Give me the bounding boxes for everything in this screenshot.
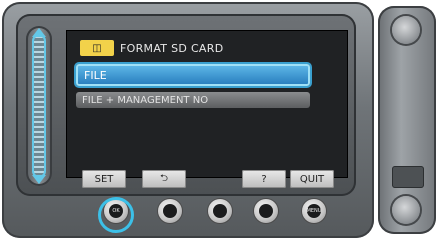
softkey-button-3[interactable]	[208, 199, 232, 223]
ok-highlight-ring	[98, 197, 134, 233]
softkey-button-2[interactable]	[158, 199, 182, 223]
softkey-button-4[interactable]	[254, 199, 278, 223]
slider-track[interactable]	[32, 28, 46, 184]
bottom-knob-icon	[392, 196, 420, 224]
menu-button[interactable]: MENU	[302, 199, 326, 223]
help-softkey[interactable]: ?	[242, 170, 286, 188]
menu-title: FORMAT SD CARD	[120, 41, 224, 55]
menu-item-file-management-no[interactable]: FILE + MANAGEMENT NO	[76, 92, 310, 108]
scroll-down-arrow-icon[interactable]	[32, 175, 46, 184]
quit-softkey[interactable]: QUIT	[290, 170, 334, 188]
menu-item-file[interactable]: FILE	[76, 64, 310, 86]
button-dot-icon	[259, 204, 273, 218]
back-softkey[interactable]: ⮌	[142, 170, 186, 188]
back-arrow-icon: ⮌	[159, 172, 168, 184]
set-softkey-label: SET	[94, 173, 114, 185]
side-panel	[378, 6, 436, 234]
button-dot-icon	[163, 204, 177, 218]
help-softkey-label: ?	[261, 173, 267, 185]
menu-item-label: FILE	[84, 68, 107, 82]
menu-button-label: MENU	[307, 204, 321, 218]
menu-title-bar: ◫ FORMAT SD CARD	[80, 40, 223, 56]
menu-item-label: FILE + MANAGEMENT NO	[82, 94, 209, 106]
scroll-up-arrow-icon[interactable]	[32, 28, 46, 37]
quit-softkey-label: QUIT	[299, 173, 325, 185]
card-menu-icon: ◫	[80, 40, 114, 56]
top-knob-icon	[392, 16, 420, 44]
slider-rail[interactable]	[26, 26, 52, 186]
set-softkey[interactable]: SET	[82, 170, 126, 188]
ok-button[interactable]: OK	[98, 197, 134, 233]
softkey-bar: SET ⮌ ? QUIT	[82, 170, 342, 188]
hardware-button-row: OK MENU	[96, 195, 326, 233]
side-slot	[392, 166, 424, 188]
lcd-screen: ◫ FORMAT SD CARD FILE FILE + MANAGEMENT …	[66, 30, 348, 178]
button-dot-icon	[213, 204, 227, 218]
